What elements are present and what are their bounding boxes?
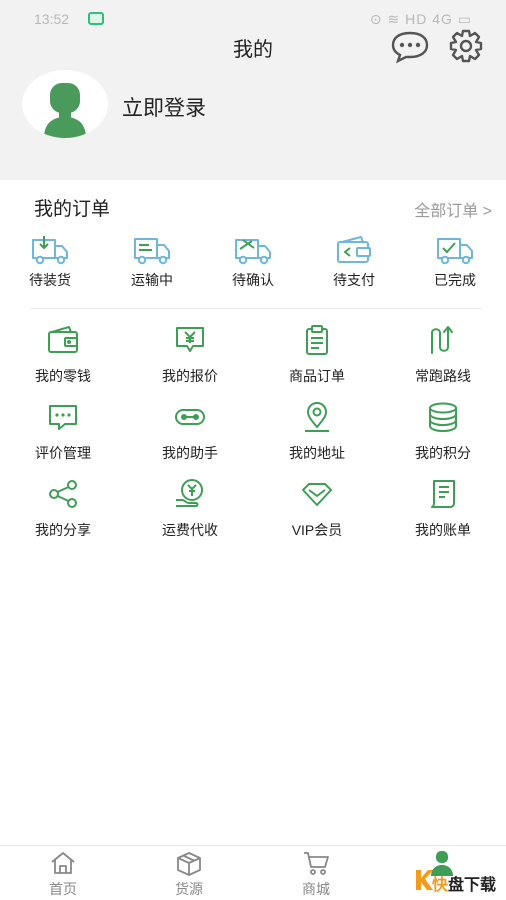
tab-label: 货源 — [175, 881, 203, 897]
service-label: 我的积分 — [415, 445, 471, 461]
avatar[interactable] — [22, 70, 108, 138]
order-section-header: 我的订单 全部订单 > — [0, 190, 506, 226]
login-link[interactable]: 立即登录 — [122, 92, 206, 122]
service-label: VIP会员 — [291, 522, 343, 538]
cart-icon — [304, 852, 329, 875]
tab-home[interactable]: 首页 — [23, 848, 103, 898]
order-status-label: 运输中 — [131, 272, 173, 288]
service-share[interactable]: 我的分享 — [10, 474, 116, 544]
order-status-label: 待确认 — [232, 272, 274, 288]
freight-collect-icon — [176, 479, 203, 507]
order-status-label: 待装货 — [29, 272, 71, 288]
service-address[interactable]: 我的地址 — [264, 397, 370, 467]
truck-confirm-icon — [235, 239, 271, 265]
user-avatar-icon — [44, 83, 86, 138]
service-label: 我的地址 — [289, 445, 345, 461]
service-label: 商品订单 — [289, 368, 345, 384]
truck-moving-icon — [134, 238, 170, 265]
status-time: 13:52 — [34, 11, 70, 27]
service-routes[interactable]: 常跑路线 — [390, 320, 496, 390]
watermark-logo: 快盘下载 — [414, 868, 504, 898]
order-status-to-pay[interactable]: 待支付 — [309, 234, 399, 296]
order-status-in-transit[interactable]: 运输中 — [107, 234, 197, 296]
coins-icon — [429, 402, 457, 433]
gear-icon — [449, 29, 483, 63]
order-status-label: 已完成 — [434, 272, 476, 288]
location-icon — [305, 402, 329, 432]
service-label: 我的助手 — [162, 445, 218, 461]
bill-icon — [431, 480, 455, 508]
wallet-pay-icon — [337, 236, 371, 263]
share-icon — [49, 480, 77, 508]
wallet-icon — [48, 326, 78, 353]
route-icon — [431, 326, 453, 354]
assistant-icon — [175, 409, 205, 425]
profile-header: 13:52 ⊙ ≋ HD 4G ▭ 我的 立即登录 — [0, 0, 506, 180]
order-section-title: 我的订单 — [34, 199, 111, 220]
service-quote[interactable]: 我的报价 — [137, 320, 243, 390]
service-goods-orders[interactable]: 商品订单 — [264, 320, 370, 390]
order-status-to-load[interactable]: 待装货 — [5, 234, 95, 296]
clipboard-icon — [306, 325, 328, 355]
service-reviews[interactable]: 评价管理 — [10, 397, 116, 467]
tab-mall[interactable]: 商城 — [276, 848, 356, 898]
tab-label: 商城 — [302, 881, 330, 897]
status-indicators: ⊙ ≋ HD 4G ▭ — [369, 11, 472, 27]
quote-icon — [176, 327, 204, 352]
service-label: 我的零钱 — [35, 368, 91, 384]
service-points[interactable]: 我的积分 — [390, 397, 496, 467]
comment-icon — [49, 405, 77, 430]
order-status-to-confirm[interactable]: 待确认 — [208, 234, 298, 296]
truck-done-icon — [437, 238, 473, 265]
service-label: 运费代收 — [162, 522, 218, 538]
service-assistant[interactable]: 我的助手 — [137, 397, 243, 467]
k-logo-icon — [416, 870, 433, 890]
service-label: 评价管理 — [35, 445, 91, 461]
box-icon — [177, 852, 201, 876]
message-button[interactable] — [390, 28, 430, 64]
service-vip[interactable]: VIP会员 — [264, 474, 370, 544]
chat-bubble-icon — [391, 31, 429, 64]
order-status-row: 待装货 运输中 待确认 待支付 已完成 — [0, 234, 506, 296]
service-label: 常跑路线 — [415, 368, 471, 384]
all-orders-link[interactable]: 全部订单 > — [414, 197, 492, 221]
service-label: 我的分享 — [35, 522, 91, 538]
tab-label: 首页 — [49, 881, 77, 897]
diamond-icon — [302, 483, 332, 506]
order-status-completed[interactable]: 已完成 — [410, 234, 500, 296]
service-bill[interactable]: 我的账单 — [390, 474, 496, 544]
tab-goods-source[interactable]: 货源 — [149, 848, 229, 898]
home-icon — [51, 852, 75, 874]
service-label: 我的账单 — [415, 522, 471, 538]
page-title: 我的 — [233, 39, 273, 61]
truck-loading-icon — [32, 236, 68, 265]
service-wallet[interactable]: 我的零钱 — [10, 320, 116, 390]
service-label: 我的报价 — [162, 368, 218, 384]
section-divider — [30, 308, 482, 309]
service-freight-collect[interactable]: 运费代收 — [137, 474, 243, 544]
watermark-text: 快盘下载 — [432, 877, 497, 894]
notification-app-icon — [88, 12, 104, 25]
order-status-label: 待支付 — [333, 272, 375, 288]
settings-button[interactable] — [446, 28, 486, 64]
